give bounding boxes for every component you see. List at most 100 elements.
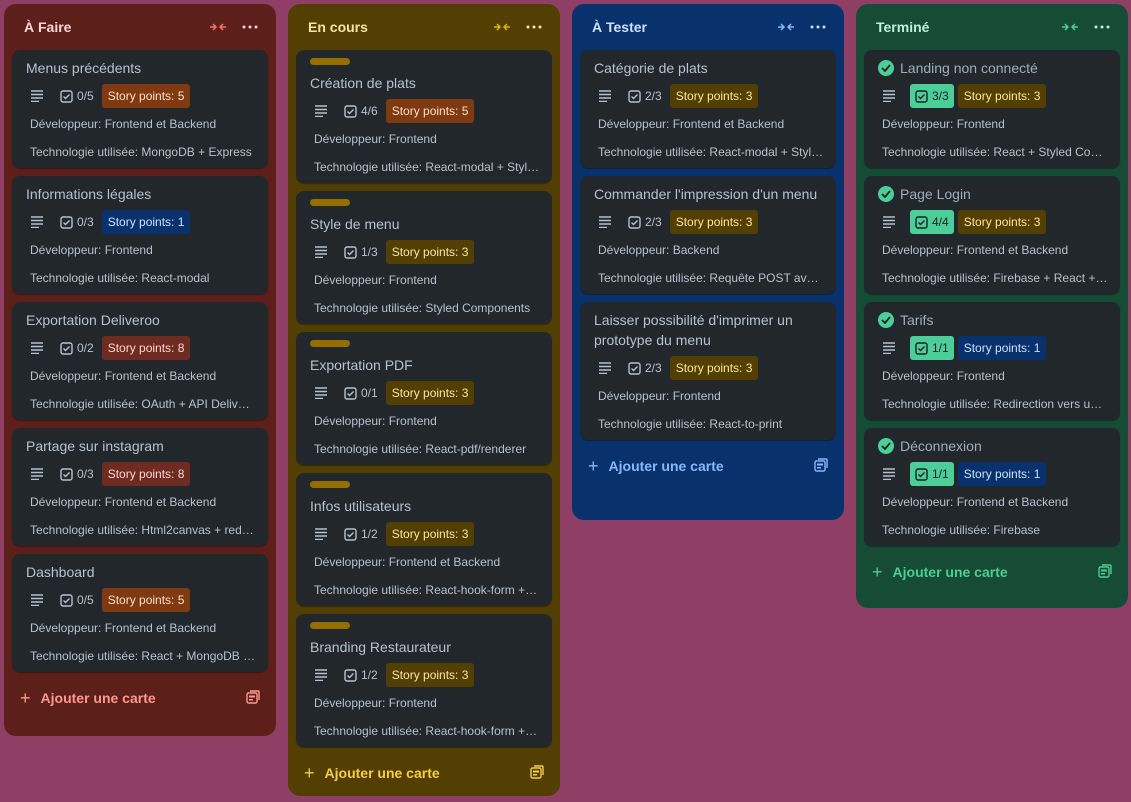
list-title[interactable]: En cours: [308, 19, 482, 35]
card[interactable]: Page Login 4/4 Story points: 3 Développe…: [864, 176, 1120, 294]
description-icon: [598, 214, 614, 230]
checklist-icon: [344, 668, 357, 682]
card[interactable]: Infos utilisateurs 1/2 Story points: 3 D…: [296, 473, 552, 606]
story-points-label: Story points: 8: [101, 336, 191, 360]
add-card-label: Ajouter une carte: [608, 458, 724, 474]
card-cover-label: [310, 481, 350, 488]
description-icon: [882, 88, 898, 104]
card-cover-label: [310, 58, 350, 65]
checklist-badge: 4/4: [910, 210, 954, 234]
list-title[interactable]: À Tester: [592, 19, 766, 35]
checklist-icon: [60, 89, 73, 103]
collapse-icon[interactable]: [774, 15, 798, 39]
checklist-badge: 0/5: [58, 84, 98, 108]
checklist-badge: 1/1: [910, 336, 954, 360]
list-header[interactable]: À Faire: [4, 4, 276, 50]
add-card-button[interactable]: + Ajouter une carte: [872, 562, 1098, 583]
story-points-label: Story points: 1: [957, 336, 1047, 360]
checklist-icon: [344, 386, 357, 400]
checklist-count: 0/3: [77, 467, 94, 481]
developer-field: Développeur: Frontend et Backend: [882, 243, 1069, 257]
developer-field: Développeur: Frontend et Backend: [30, 621, 217, 635]
list-title[interactable]: À Faire: [24, 19, 198, 35]
collapse-icon[interactable]: [490, 15, 514, 39]
story-points-label: Story points: 3: [669, 356, 759, 380]
story-points-label: Story points: 3: [385, 522, 475, 546]
card[interactable]: Partage sur instagram 0/3 Story points: …: [12, 428, 268, 546]
checklist-icon: [915, 215, 928, 229]
template-icon[interactable]: [530, 765, 546, 781]
template-icon[interactable]: [246, 690, 262, 706]
collapse-icon[interactable]: [1058, 15, 1082, 39]
check-circle-icon[interactable]: [878, 438, 894, 454]
list-header[interactable]: À Tester: [572, 4, 844, 50]
checklist-icon: [628, 89, 641, 103]
story-points-label: Story points: 5: [101, 84, 191, 108]
checklist-count: 0/3: [77, 215, 94, 229]
template-icon[interactable]: [1098, 564, 1114, 580]
checklist-count: 1/2: [361, 668, 378, 682]
add-card-button[interactable]: + Ajouter une carte: [588, 456, 814, 477]
card[interactable]: Création de plats 4/6 Story points: 5 Dé…: [296, 50, 552, 183]
description-icon: [314, 103, 330, 119]
card[interactable]: Menus précédents 0/5 Story points: 5 Dév…: [12, 50, 268, 168]
developer-field: Développeur: Frontend et Backend: [30, 369, 217, 383]
checklist-badge: 2/3: [626, 84, 666, 108]
story-points-label: Story points: 8: [101, 462, 191, 486]
checklist-icon: [628, 215, 641, 229]
card-cover-label: [310, 622, 350, 629]
card[interactable]: Style de menu 1/3 Story points: 3 Dévelo…: [296, 191, 552, 324]
template-icon[interactable]: [814, 458, 830, 474]
card[interactable]: Catégorie de plats 2/3 Story points: 3 D…: [580, 50, 836, 168]
card-title: Dashboard: [26, 564, 95, 580]
technology-field: Technologie utilisée: React-pdf/renderer: [314, 442, 527, 456]
list-header[interactable]: En cours: [288, 4, 560, 50]
add-card-button[interactable]: + Ajouter une carte: [304, 763, 530, 784]
technology-field: Technologie utilisée: MongoDB + Express: [30, 145, 252, 159]
card[interactable]: Landing non connecté 3/3 Story points: 3…: [864, 50, 1120, 168]
technology-field: Technologie utilisée: React-modal + Styl…: [314, 160, 540, 174]
technology-field: Technologie utilisée: React-modal + Styl…: [598, 145, 824, 159]
checklist-icon: [60, 341, 73, 355]
card-title: Exportation PDF: [310, 357, 413, 373]
card-title-row: Page Login: [878, 184, 1108, 204]
checklist-icon: [915, 341, 928, 355]
add-card-button[interactable]: + Ajouter une carte: [20, 688, 246, 709]
checklist-count: 0/5: [77, 89, 94, 103]
developer-field: Développeur: Frontend et Backend: [30, 495, 217, 509]
description-icon: [882, 214, 898, 230]
checklist-icon: [344, 527, 357, 541]
story-points-label: Story points: 3: [385, 240, 475, 264]
technology-field: Technologie utilisée: Firebase + React +…: [882, 271, 1108, 285]
collapse-icon[interactable]: [206, 15, 230, 39]
card[interactable]: Exportation PDF 0/1 Story points: 3 Déve…: [296, 332, 552, 465]
list-termine: Terminé Landing non connecté 3/3 Story p…: [856, 4, 1128, 608]
more-icon[interactable]: [238, 15, 262, 39]
card[interactable]: Laisser possibilité d'imprimer un protot…: [580, 302, 836, 440]
story-points-label: Story points: 1: [957, 462, 1047, 486]
list-title[interactable]: Terminé: [876, 19, 1050, 35]
checklist-count: 1/3: [361, 245, 378, 259]
more-icon[interactable]: [522, 15, 546, 39]
check-circle-icon[interactable]: [878, 60, 894, 76]
more-icon[interactable]: [806, 15, 830, 39]
card[interactable]: Dashboard 0/5 Story points: 5 Développeu…: [12, 554, 268, 672]
checklist-count: 2/3: [645, 215, 662, 229]
check-circle-icon[interactable]: [878, 186, 894, 202]
description-icon: [314, 244, 330, 260]
developer-field: Développeur: Frontend: [30, 243, 153, 257]
card[interactable]: Commander l'impression d'un menu 2/3 Sto…: [580, 176, 836, 294]
description-icon: [882, 340, 898, 356]
checklist-icon: [915, 467, 928, 481]
description-icon: [314, 667, 330, 683]
list-header[interactable]: Terminé: [856, 4, 1128, 50]
technology-field: Technologie utilisée: React-to-print: [598, 417, 783, 431]
check-circle-icon[interactable]: [878, 312, 894, 328]
card[interactable]: Exportation Deliveroo 0/2 Story points: …: [12, 302, 268, 420]
more-icon[interactable]: [1090, 15, 1114, 39]
card[interactable]: Branding Restaurateur 1/2 Story points: …: [296, 614, 552, 747]
card[interactable]: Tarifs 1/1 Story points: 1 Développeur: …: [864, 302, 1120, 420]
technology-field: Technologie utilisée: Requête POST avec …: [598, 271, 824, 285]
card[interactable]: Informations légales 0/3 Story points: 1…: [12, 176, 268, 294]
card[interactable]: Déconnexion 1/1 Story points: 1 Développ…: [864, 428, 1120, 546]
